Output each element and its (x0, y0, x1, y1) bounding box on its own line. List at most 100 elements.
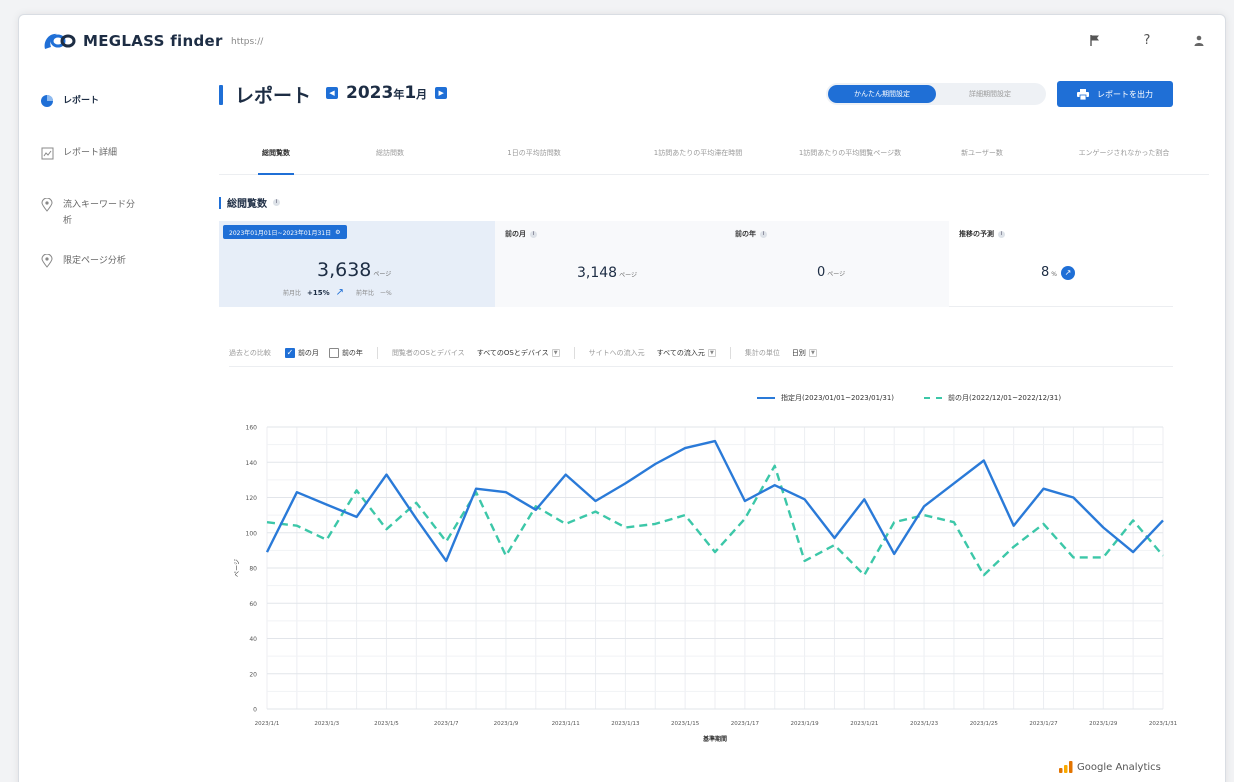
user-icon[interactable] (1191, 31, 1207, 49)
y-tick-label: 160 (246, 425, 258, 432)
chevron-down-icon: ▼ (808, 348, 817, 357)
sidebar: レポート レポート詳細 流入キーワード分析 限定ページ分析 (19, 71, 157, 782)
x-tick-label: 2023/1/11 (552, 721, 580, 727)
line-chart: 0 20 40 60 80 100 120 140 160 2023/1/1 2023/1/3 202… (234, 425, 1177, 744)
site-url: https:// (231, 37, 264, 47)
sidebar-item-page-analysis[interactable]: 限定ページ分析 (19, 253, 157, 305)
sidebar-item-label: レポート詳細 (63, 148, 118, 158)
tab-daily-avg-visits[interactable]: 1日の平均訪問数 (447, 131, 621, 174)
prev-month-checkbox[interactable]: ✓ 前の月 (284, 347, 319, 358)
sidebar-item-label: 流入キーワード分析 (63, 200, 136, 226)
tab-total-pageviews[interactable]: 総閲覧数 (219, 131, 333, 175)
help-icon[interactable]: ? (1139, 31, 1155, 49)
source-label: サイトへの流入元 (588, 348, 645, 357)
kpi-comparison: 前月比 +15% ↗ 前年比 ー% (283, 287, 392, 298)
export-report-button[interactable]: レポートを出力 (1057, 81, 1173, 107)
logo-mark-icon (44, 33, 76, 49)
info-icon[interactable]: i (273, 199, 280, 206)
x-tick-label: 2023/1/23 (910, 721, 939, 727)
x-tick-label: 2023/1/29 (1089, 721, 1118, 727)
tab-total-visits[interactable]: 総訪問数 (333, 131, 447, 174)
tab-avg-duration[interactable]: 1訪問あたりの平均滞在時間 (621, 131, 775, 174)
next-month-button[interactable]: ▶ (435, 87, 448, 99)
current-month: 2023年1月 (346, 83, 428, 103)
tab-non-engaged-rate[interactable]: エンゲージされなかった割合 (1039, 131, 1209, 174)
x-tick-label: 2023/1/1 (255, 721, 280, 727)
y-tick-label: 140 (246, 460, 258, 467)
os-label: 閲覧者のOSとデバイス (391, 348, 465, 357)
location-pin-icon (39, 253, 55, 269)
location-pin-icon (39, 197, 55, 213)
x-tick-label: 2023/1/19 (790, 721, 819, 727)
kpi-prev-month[interactable]: 前の月 i 3,148 ページ (495, 221, 725, 307)
divider (376, 346, 378, 359)
os-select[interactable]: すべてのOSとデバイス ▼ (477, 348, 560, 358)
sidebar-item-report[interactable]: レポート (19, 93, 157, 145)
x-tick-label: 2023/1/15 (671, 721, 700, 727)
logo[interactable]: MEGLASS finder (41, 29, 223, 53)
app-name: MEGLASS finder (83, 32, 223, 50)
kpi-prev-month-value: 3,148 ページ (577, 265, 637, 281)
kpi-prev-year[interactable]: 前の年 i 0 ページ (725, 221, 949, 307)
tab-new-users[interactable]: 新ユーザー数 (925, 131, 1039, 174)
info-icon: i (530, 230, 537, 238)
page-title: レポート (235, 85, 312, 107)
sidebar-item-report-detail[interactable]: レポート詳細 (19, 145, 157, 197)
info-icon: i (760, 230, 767, 238)
ga-badge: Google Analytics (1059, 761, 1161, 773)
detail-period-option[interactable]: 詳細期間設定 (936, 85, 1044, 103)
chevron-down-icon: ▼ (707, 348, 716, 357)
y-tick-label: 20 (249, 671, 257, 678)
date-range-badge[interactable]: 2023年01月01日~2023年01月31日 ⚙ (223, 225, 347, 239)
ga-label: Google Analytics (1077, 761, 1161, 773)
x-tick-label: 2023/1/21 (850, 721, 878, 727)
printer-icon (1077, 88, 1089, 100)
page-header: レポート ◀ 2023年1月 ▶ かんたん期間設定 詳細期間設定 レポートを出力 (219, 79, 1225, 119)
x-axis-label: 基準期間 (702, 735, 727, 743)
filter-bar: 過去との比較 ✓ 前の月 前の年 閲覧者のOSとデバイス すべてのOSとデバイス ▼… (229, 345, 1173, 367)
forecast-link-icon[interactable]: ↗ (1060, 265, 1075, 280)
tab-avg-pages[interactable]: 1訪問あたりの平均閲覧ページ数 (775, 131, 925, 174)
x-tick-label: 2023/1/13 (611, 721, 640, 727)
x-tick-label: 2023/1/31 (1149, 721, 1177, 727)
gear-icon: ⚙ (335, 228, 341, 236)
y-tick-label: 40 (249, 636, 257, 643)
trend-up-icon: ↗ (335, 287, 345, 298)
x-tick-label: 2023/1/5 (374, 721, 399, 727)
report-detail-icon (39, 145, 55, 161)
top-bar: MEGLASS finder https:// ? (19, 15, 1225, 71)
metric-tabs: 総閲覧数 総訪問数 1日の平均訪問数 1訪問あたりの平均滞在時間 1訪問あたりの… (219, 131, 1209, 175)
app-window: MEGLASS finder https:// ? レポート レポート詳細 流入… (18, 14, 1226, 782)
kpi-prev-year-value: 0 ページ (817, 265, 846, 280)
kpi-current[interactable]: 2023年01月01日~2023年01月31日 ⚙ 3,638 ページ 前月比 +15… (219, 221, 495, 307)
google-analytics-icon (1059, 761, 1073, 773)
x-tick-label: 2023/1/17 (731, 721, 760, 727)
period-mode-toggle: かんたん期間設定 詳細期間設定 (826, 83, 1046, 105)
kpi-forecast[interactable]: 推移の予測 i 8% ↗ (949, 221, 1173, 307)
month-navigator: ◀ 2023年1月 ▶ (326, 83, 448, 103)
x-tick-label: 2023/1/25 (970, 721, 999, 727)
prev-month-button[interactable]: ◀ (326, 87, 338, 99)
section-title: 総閲覧数 i (219, 195, 280, 210)
unit-select[interactable]: 日別 ▼ (792, 348, 817, 358)
section-title-text: 総閲覧数 (227, 199, 267, 210)
kpi-row: 2023年01月01日~2023年01月31日 ⚙ 3,638 ページ 前月比 +15… (219, 221, 1173, 307)
sidebar-item-keyword-analysis[interactable]: 流入キーワード分析 (19, 197, 149, 249)
unit-label: 集計の単位 (744, 348, 780, 357)
simple-period-option[interactable]: かんたん期間設定 (828, 85, 936, 103)
section-accent (219, 196, 221, 209)
source-select[interactable]: すべての流入元 ▼ (657, 348, 716, 358)
y-tick-label: 0 (253, 707, 257, 714)
info-icon: i (998, 230, 1005, 238)
top-icons: ? (1087, 31, 1207, 49)
check-icon: ✓ (284, 347, 295, 358)
y-tick-label: 120 (246, 495, 258, 502)
x-tick-label: 2023/1/3 (314, 721, 339, 727)
prev-year-checkbox[interactable]: 前の年 (328, 347, 363, 358)
sidebar-item-label: 限定ページ分析 (63, 256, 126, 266)
divider (573, 346, 575, 359)
x-tick-label: 2023/1/27 (1029, 721, 1058, 727)
flag-icon[interactable] (1087, 31, 1103, 49)
chevron-down-icon: ▼ (551, 348, 560, 357)
compare-label: 過去との比較 (229, 348, 271, 357)
